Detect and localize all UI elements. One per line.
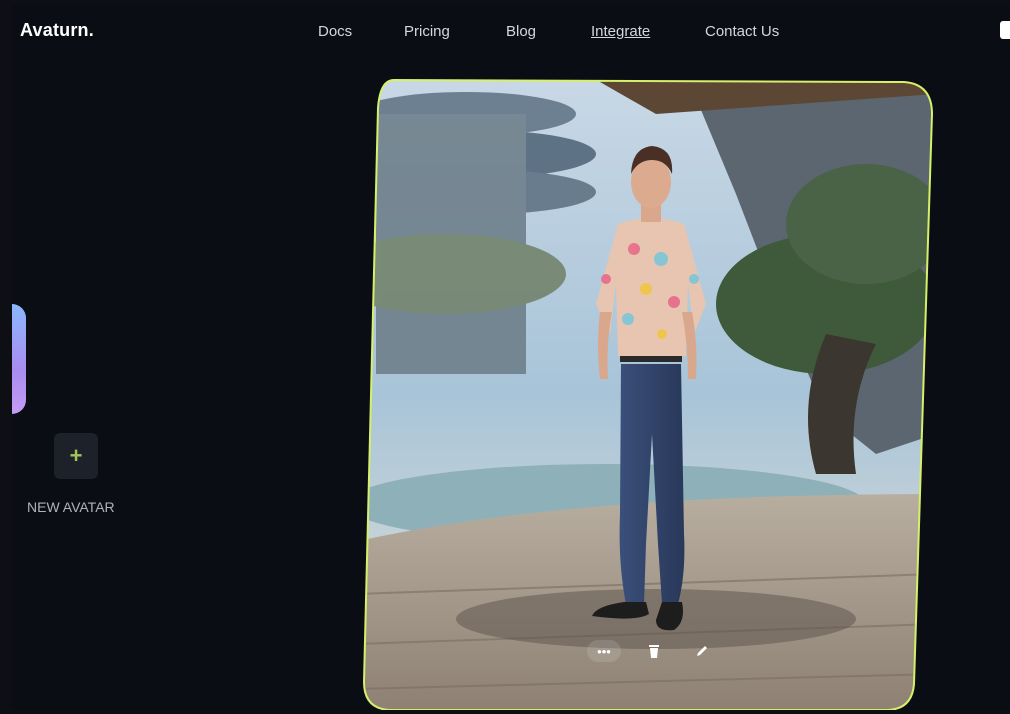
app-page: Avaturn. Docs Pricing Blog Integrate Con…	[12, 4, 1010, 710]
nav-pricing[interactable]: Pricing	[404, 23, 450, 40]
plus-icon[interactable]: +	[54, 433, 98, 479]
avatar-scene	[362, 78, 934, 710]
pencil-icon[interactable]	[687, 640, 717, 662]
nav-docs[interactable]: Docs	[318, 23, 352, 40]
linkedin-icon[interactable]	[1000, 21, 1010, 39]
nav-integrate[interactable]: Integrate	[591, 23, 650, 40]
more-dots-icon[interactable]: •••	[587, 640, 621, 662]
logo[interactable]: Avaturn.	[20, 20, 94, 41]
new-avatar-label: NEW AVATAR	[27, 499, 115, 515]
new-avatar-button[interactable]: + NEW AVATAR	[27, 433, 115, 515]
trash-icon[interactable]	[639, 640, 669, 662]
avatar-controls: •••	[587, 640, 717, 662]
avatar-card[interactable]	[356, 74, 936, 710]
nav-blog[interactable]: Blog	[506, 23, 536, 40]
nav-contact-us[interactable]: Contact Us	[705, 23, 779, 40]
top-bar: Avaturn. Docs Pricing Blog Integrate Con…	[12, 4, 1010, 54]
desktop-bleed	[12, 304, 26, 414]
